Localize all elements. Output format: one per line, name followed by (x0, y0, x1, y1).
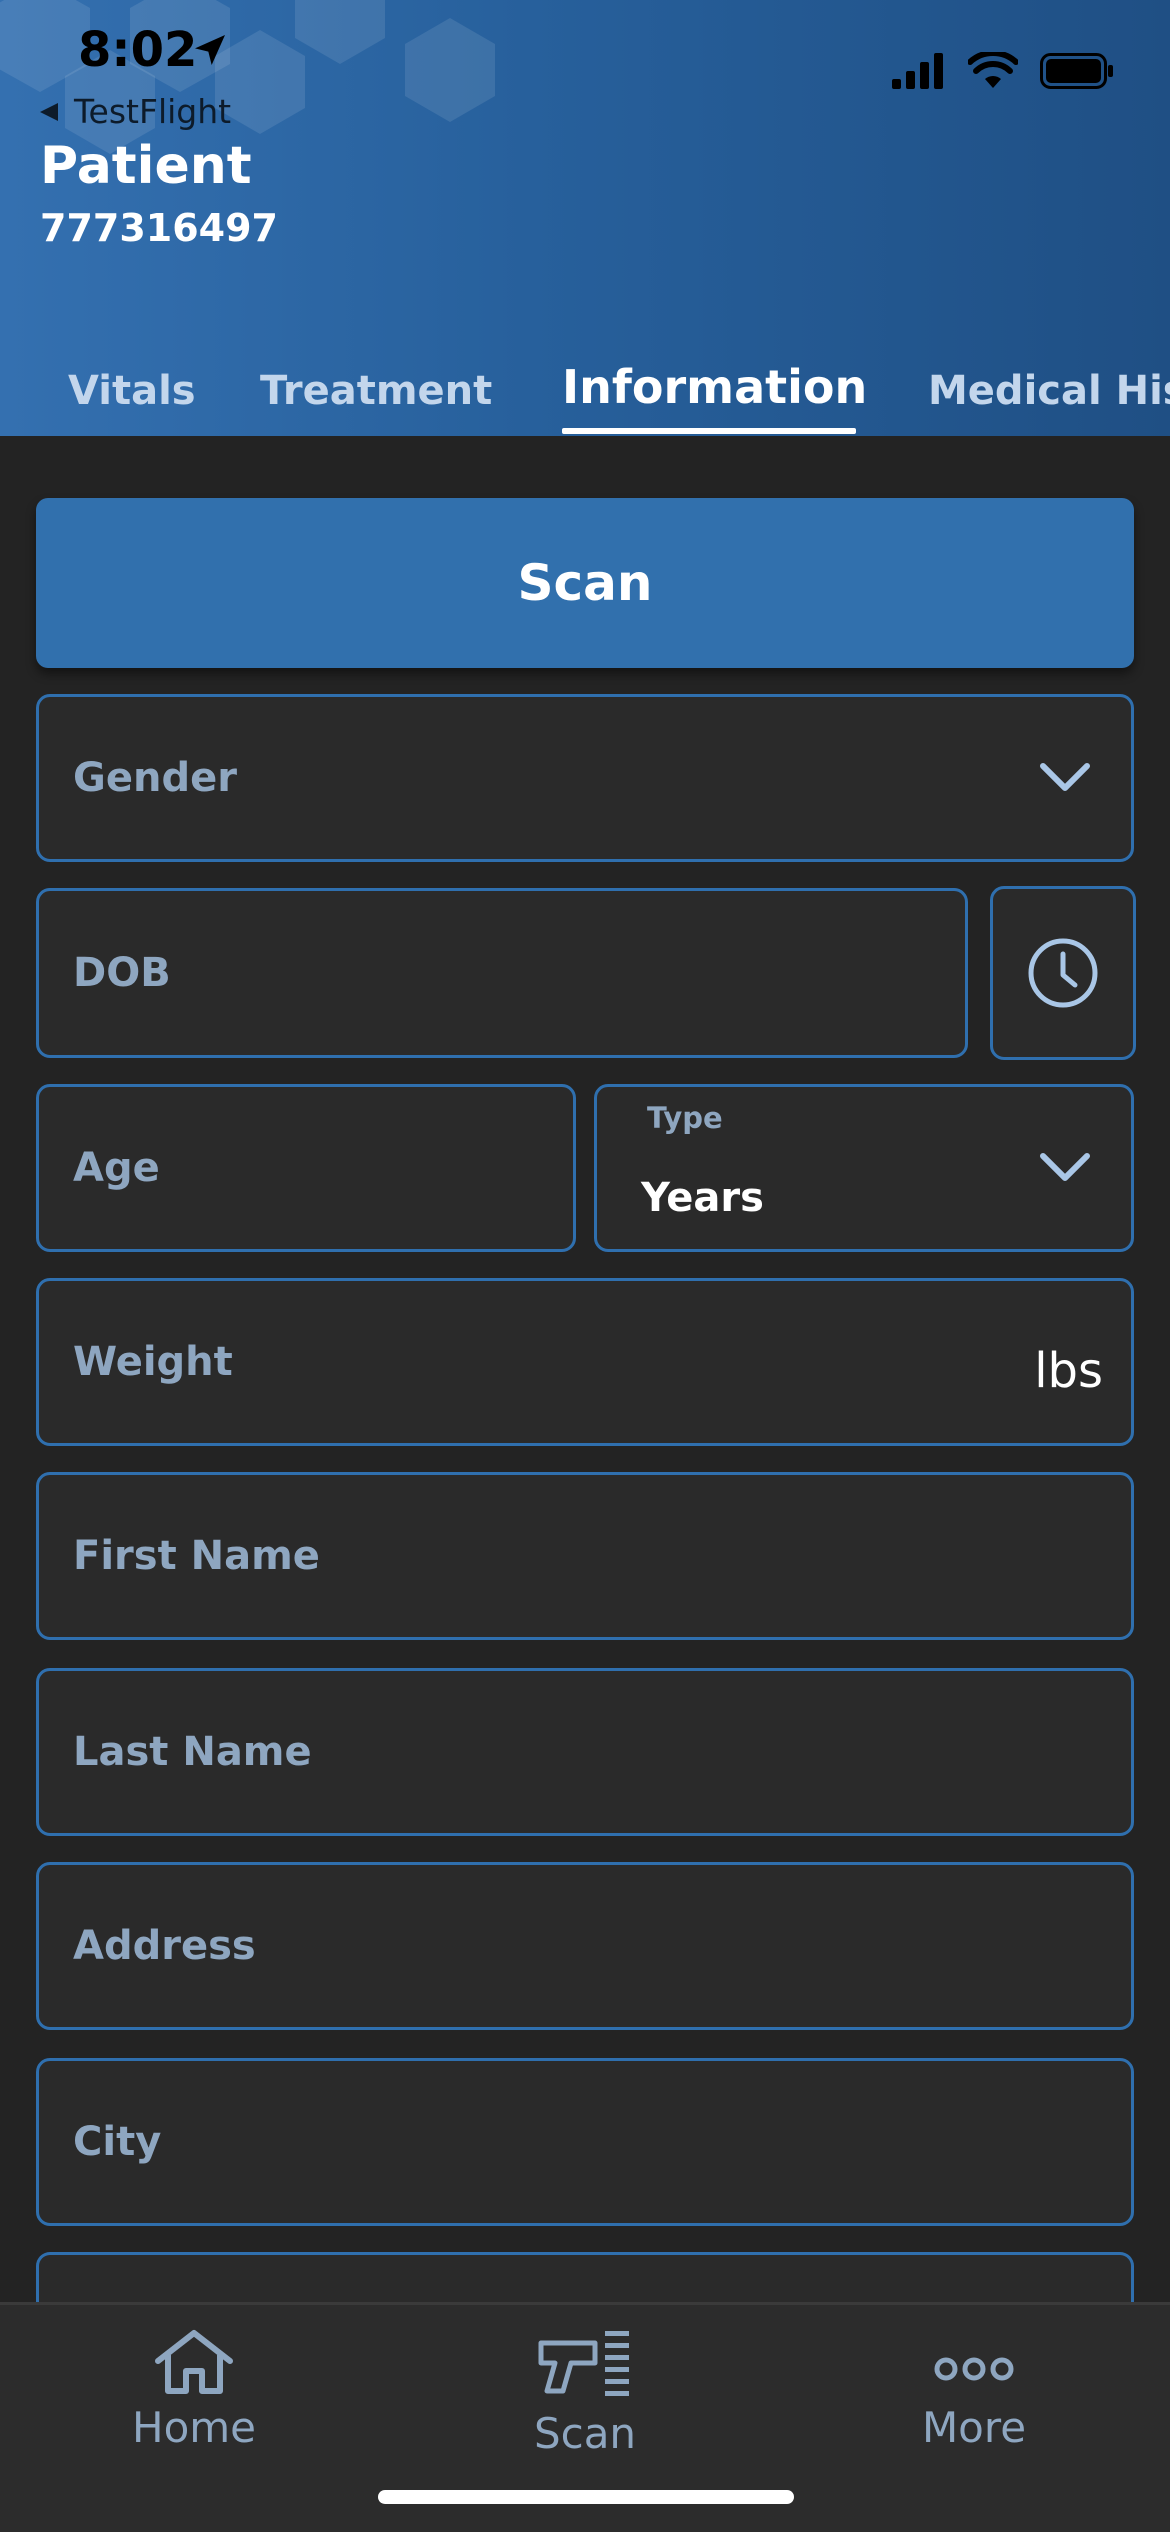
location-arrow-icon (195, 35, 225, 65)
back-to-testflight-link[interactable]: TestFlight (38, 92, 231, 131)
gender-placeholder: Gender (73, 755, 237, 801)
age-field[interactable]: Age (36, 1084, 576, 1252)
age-type-select[interactable]: Type Years (594, 1084, 1134, 1252)
age-placeholder: Age (73, 1145, 160, 1191)
chevron-down-icon (1040, 763, 1090, 791)
wifi-icon (968, 52, 1018, 88)
nav-more-label: More (921, 2403, 1027, 2452)
back-label: TestFlight (74, 92, 232, 131)
address-placeholder: Address (73, 1923, 256, 1969)
active-tab-indicator (562, 428, 856, 434)
last-name-placeholder: Last Name (73, 1729, 312, 1775)
dob-placeholder: DOB (73, 950, 171, 996)
nav-scan[interactable]: Scan (455, 2329, 715, 2458)
first-name-placeholder: First Name (73, 1533, 320, 1579)
status-icons (892, 52, 1114, 90)
back-triangle-icon (40, 102, 58, 121)
tab-treatment[interactable]: Treatment (260, 368, 492, 414)
weight-placeholder: Weight (73, 1339, 233, 1385)
status-time: 8:02 (78, 22, 198, 78)
nav-more[interactable]: More (844, 2329, 1104, 2452)
more-dots-icon (934, 2357, 1014, 2381)
battery-icon (1040, 53, 1113, 89)
barcode-scanner-icon (538, 2331, 629, 2396)
tab-information[interactable]: Information (562, 360, 867, 414)
home-indicator (378, 2490, 794, 2504)
tab-vitals[interactable]: Vitals (68, 368, 196, 414)
tab-medical-history[interactable]: Medical His (928, 368, 1170, 414)
dob-field[interactable]: DOB (36, 888, 968, 1058)
weight-field[interactable]: Weight lbs (36, 1278, 1134, 1446)
nav-home-label: Home (131, 2403, 257, 2452)
weight-unit: lbs (1034, 1343, 1103, 1399)
type-label: Type (647, 1101, 723, 1135)
last-name-field[interactable]: Last Name (36, 1668, 1134, 1836)
clock-icon (1028, 938, 1098, 1008)
nav-scan-label: Scan (533, 2409, 637, 2458)
city-placeholder: City (73, 2119, 162, 2165)
dob-picker-button[interactable] (990, 886, 1136, 1060)
type-value: Years (641, 1175, 764, 1221)
first-name-field[interactable]: First Name (36, 1472, 1134, 1640)
tab-bar: Vitals Treatment Information Medical His (0, 360, 1170, 436)
address-field[interactable]: Address (36, 1862, 1134, 2030)
chevron-down-icon (1040, 1153, 1090, 1181)
nav-home[interactable]: Home (64, 2329, 324, 2452)
app-header: 8:02 TestFlight Patient 777316497 Vitals (0, 0, 1170, 436)
signal-icon (892, 53, 943, 89)
scan-button[interactable]: Scan (36, 498, 1134, 668)
gender-select[interactable]: Gender (36, 694, 1134, 862)
city-field[interactable]: City (36, 2058, 1134, 2226)
page-title: Patient (40, 136, 252, 196)
home-icon (155, 2330, 233, 2394)
patient-id: 777316497 (40, 206, 278, 250)
